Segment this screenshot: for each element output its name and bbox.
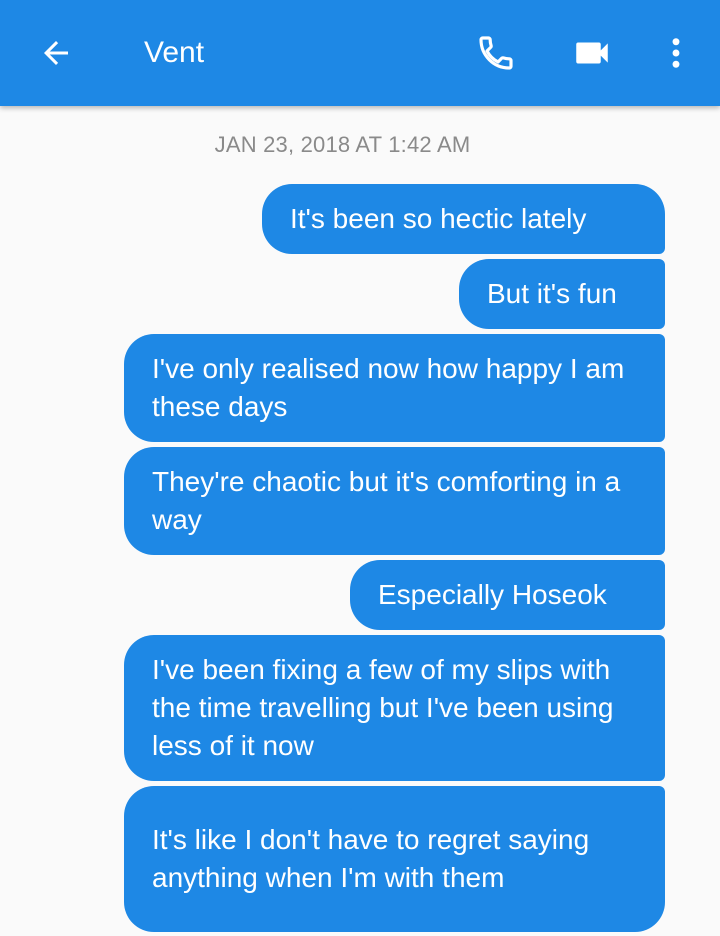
contact-name: Vent: [144, 36, 205, 69]
message-timestamp: JAN 23, 2018 AT 1:42 AM: [214, 132, 471, 157]
message-text: They're chaotic but it's comforting in a…: [152, 466, 621, 535]
back-button[interactable]: [26, 23, 86, 83]
arrow-back-icon: [44, 41, 68, 65]
message-text: It's been so hectic lately: [290, 203, 587, 234]
overflow-menu-button[interactable]: [648, 23, 704, 83]
app-bar: Vent: [0, 0, 720, 106]
message-text: I've been fixing a few of my slips with …: [152, 654, 614, 761]
message-text: Especially Hoseok: [378, 579, 607, 610]
message-bubble[interactable]: I've been fixing a few of my slips with …: [124, 635, 665, 781]
more-vert-icon: [672, 38, 680, 68]
message-text: I've only realised now how happy I am th…: [152, 353, 625, 422]
message-bubble[interactable]: It's been so hectic lately: [262, 184, 665, 254]
phone-icon: [479, 36, 513, 70]
message-bubble[interactable]: But it's fun: [459, 259, 665, 329]
message-bubble[interactable]: Especially Hoseok: [350, 560, 665, 630]
message-bubble[interactable]: They're chaotic but it's comforting in a…: [124, 447, 665, 555]
message-text: It's like I don't have to regret saying …: [152, 824, 590, 893]
message-bubble[interactable]: It's like I don't have to regret saying …: [124, 786, 665, 932]
video-camera-icon: [576, 42, 608, 64]
call-button[interactable]: [466, 23, 526, 83]
message-bubble[interactable]: I've only realised now how happy I am th…: [124, 334, 665, 442]
video-call-button[interactable]: [562, 23, 622, 83]
message-text: But it's fun: [487, 278, 617, 309]
